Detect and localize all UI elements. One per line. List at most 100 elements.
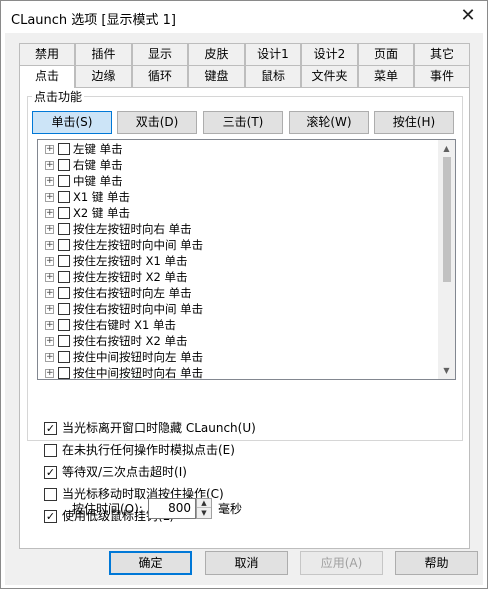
click-tab-panel: 点击功能 单击(S) 双击(D) 三击(T) 滚轮(W) 按住(H) + 左键 单… <box>19 87 470 549</box>
expand-icon[interactable]: + <box>45 209 54 218</box>
help-button[interactable]: 帮助 <box>395 551 478 575</box>
checkbox-checked[interactable]: ✓ <box>44 422 57 435</box>
window-title: CLaunch 选项 [显示模式 1] <box>11 13 176 28</box>
hold-time-label: 按住时间(O): <box>72 502 143 516</box>
checkbox-unchecked[interactable] <box>44 488 57 501</box>
expand-icon[interactable]: + <box>45 177 54 186</box>
expand-icon[interactable]: + <box>45 225 54 234</box>
tree-item-label: 按住左按钮时 X2 单击 <box>73 270 188 284</box>
scroll-up-icon[interactable]: ▲ <box>438 140 455 157</box>
tree-item[interactable]: + X1 键 单击 <box>38 189 440 205</box>
expand-icon[interactable]: + <box>45 305 54 314</box>
wheel-button[interactable]: 滚轮(W) <box>289 111 369 134</box>
triple-click-button[interactable]: 三击(T) <box>203 111 283 134</box>
tab-disable[interactable]: 禁用 <box>19 43 75 65</box>
tree-item[interactable]: + 按住右键时 X1 单击 <box>38 317 440 333</box>
expand-icon[interactable]: + <box>45 289 54 298</box>
tab-edge[interactable]: 边缘 <box>75 65 132 87</box>
ok-button[interactable]: 确定 <box>109 551 192 575</box>
tree-checkbox[interactable] <box>58 207 70 219</box>
cancel-button[interactable]: 取消 <box>205 551 288 575</box>
tab-click[interactable]: 点击 <box>19 65 75 88</box>
tree-item[interactable]: + 按住左按钮时向右 单击 <box>38 221 440 237</box>
tree-item[interactable]: + 按住中间按钮时向左 单击 <box>38 349 440 365</box>
tree-item[interactable]: + X2 键 单击 <box>38 205 440 221</box>
tab-skin[interactable]: 皮肤 <box>188 43 245 65</box>
tree-item-label: 按住左按钮时向右 单击 <box>73 222 192 236</box>
tree-checkbox[interactable] <box>58 191 70 203</box>
tree-item[interactable]: + 中键 单击 <box>38 173 440 189</box>
option-label: 在未执行任何操作时模拟点击(E) <box>62 443 235 457</box>
tab-folder[interactable]: 文件夹 <box>301 65 358 87</box>
tree-item[interactable]: + 按住左按钮时 X2 单击 <box>38 269 440 285</box>
tab-loop[interactable]: 循环 <box>132 65 188 87</box>
expand-icon[interactable]: + <box>45 257 54 266</box>
tab-other[interactable]: 其它 <box>414 43 470 65</box>
tree-checkbox[interactable] <box>58 319 70 331</box>
group-title: 点击功能 <box>32 88 85 105</box>
expand-icon[interactable]: + <box>45 241 54 250</box>
tree-item-label: 按住右按钮时 X2 单击 <box>73 334 188 348</box>
scroll-down-icon[interactable]: ▼ <box>438 362 455 379</box>
tree-checkbox[interactable] <box>58 351 70 363</box>
expand-icon[interactable]: + <box>45 161 54 170</box>
hold-button[interactable]: 按住(H) <box>374 111 454 134</box>
hold-time-unit: 毫秒 <box>218 502 243 516</box>
expand-icon[interactable]: + <box>45 353 54 362</box>
tree-checkbox[interactable] <box>58 255 70 267</box>
spin-down-icon[interactable]: ▼ <box>197 509 211 518</box>
expand-icon[interactable]: + <box>45 193 54 202</box>
hold-time-input[interactable]: 800 <box>148 498 196 519</box>
tab-design1[interactable]: 设计1 <box>245 43 301 65</box>
tab-display[interactable]: 显示 <box>132 43 188 65</box>
checkbox-unchecked[interactable] <box>44 444 57 457</box>
tree-checkbox[interactable] <box>58 223 70 235</box>
tree-item-label: 按住左按钮时向中间 单击 <box>73 238 204 252</box>
tree-checkbox[interactable] <box>58 287 70 299</box>
expand-icon[interactable]: + <box>45 145 54 154</box>
expand-icon[interactable]: + <box>45 369 54 378</box>
tree-item[interactable]: + 按住右按钮时向中间 单击 <box>38 301 440 317</box>
tree-checkbox[interactable] <box>58 159 70 171</box>
tree-item-label: 按住右按钮时向中间 单击 <box>73 302 204 316</box>
tree-checkbox[interactable] <box>58 335 70 347</box>
checkbox-checked[interactable]: ✓ <box>44 510 57 523</box>
close-icon[interactable]: ✕ <box>457 5 479 27</box>
expand-icon[interactable]: + <box>45 337 54 346</box>
checkbox-checked[interactable]: ✓ <box>44 466 57 479</box>
scroll-thumb[interactable] <box>443 157 451 282</box>
tab-keyboard[interactable]: 键盘 <box>188 65 245 87</box>
tab-design2[interactable]: 设计2 <box>301 43 358 65</box>
tree-item[interactable]: + 右键 单击 <box>38 157 440 173</box>
tab-page[interactable]: 页面 <box>358 43 414 65</box>
single-click-button[interactable]: 单击(S) <box>32 111 112 134</box>
tree-checkbox[interactable] <box>58 271 70 283</box>
double-click-button[interactable]: 双击(D) <box>117 111 197 134</box>
option-label: 等待双/三次点击超时(I) <box>62 465 187 479</box>
hold-time-spinner[interactable]: ▲ ▼ <box>196 498 212 519</box>
tree-checkbox[interactable] <box>58 175 70 187</box>
click-action-tree[interactable]: + 左键 单击 + 右键 单击 + 中键 单击 + X1 键 单击 + X2 键 单击 +… <box>37 139 456 380</box>
tree-item[interactable]: + 按住右按钮时 X2 单击 <box>38 333 440 349</box>
tree-checkbox[interactable] <box>58 367 70 379</box>
tab-menu[interactable]: 菜单 <box>358 65 414 87</box>
tree-item[interactable]: + 左键 单击 <box>38 141 440 157</box>
tree-item[interactable]: + 按住右按钮时向左 单击 <box>38 285 440 301</box>
tree-item-label: X2 键 单击 <box>73 206 131 220</box>
tree-scrollbar[interactable]: ▲ ▼ <box>438 140 455 379</box>
tree-checkbox[interactable] <box>58 239 70 251</box>
tab-event[interactable]: 事件 <box>414 65 470 87</box>
tree-checkbox[interactable] <box>58 303 70 315</box>
tab-plugins[interactable]: 插件 <box>75 43 132 65</box>
expand-icon[interactable]: + <box>45 321 54 330</box>
option-label: 当光标离开窗口时隐藏 CLaunch(U) <box>62 421 256 435</box>
tab-mouse[interactable]: 鼠标 <box>245 65 301 87</box>
tree-item[interactable]: + 按住左按钮时向中间 单击 <box>38 237 440 253</box>
tree-item[interactable]: + 按住中间按钮时向右 单击 <box>38 365 440 379</box>
apply-button[interactable]: 应用(A) <box>300 551 383 575</box>
tree-item-label: 按住右按钮时向左 单击 <box>73 286 192 300</box>
spin-up-icon[interactable]: ▲ <box>197 499 211 508</box>
tree-checkbox[interactable] <box>58 143 70 155</box>
tree-item[interactable]: + 按住左按钮时 X1 单击 <box>38 253 440 269</box>
expand-icon[interactable]: + <box>45 273 54 282</box>
